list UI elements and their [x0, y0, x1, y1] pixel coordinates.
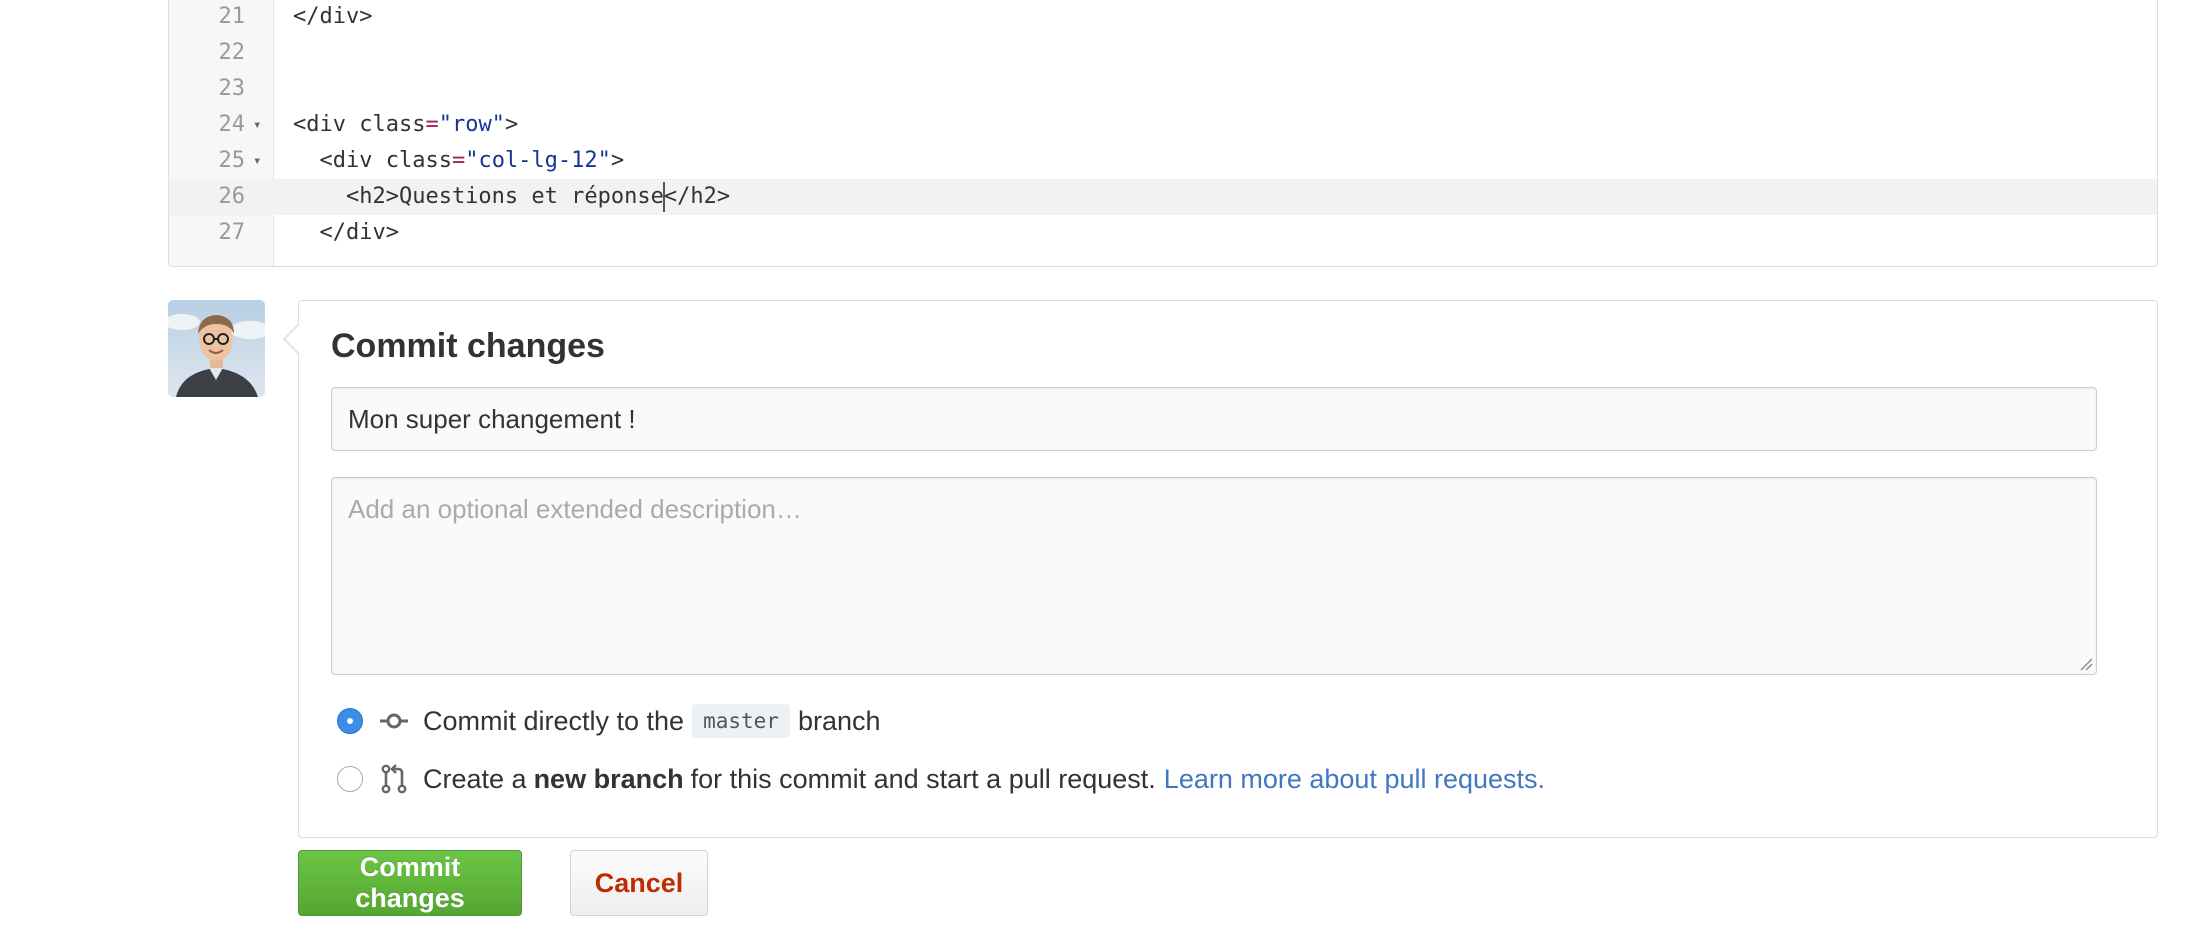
option-new-branch[interactable]: Create a new branch for this commit and … — [337, 759, 1545, 799]
commit-changes-button[interactable]: Commit changes — [298, 850, 522, 916]
fold-toggle-icon[interactable]: ▾ — [253, 107, 261, 143]
line-code: <div class="col-lg-12"> — [293, 143, 624, 179]
code-editor[interactable]: 21 </div> 22 23 24 ▾ <div class="row"> 25 ▾ <div… — [168, 0, 2158, 267]
option-commit-direct[interactable]: Commit directly to the master branch — [337, 701, 881, 741]
code-line[interactable]: 25 ▾ <div class="col-lg-12"> — [169, 143, 2157, 179]
branch-name-badge: master — [692, 704, 790, 738]
commit-summary-input[interactable] — [331, 387, 2097, 451]
learn-more-pull-requests-link[interactable]: Learn more about pull requests. — [1164, 764, 1545, 795]
code-token: </h2> — [663, 184, 731, 209]
code-line[interactable]: 22 — [169, 35, 2157, 71]
avatar-image — [168, 300, 265, 397]
fold-toggle-icon[interactable]: ▾ — [253, 143, 261, 179]
radio-new-branch[interactable] — [337, 766, 363, 792]
option-new-branch-prefix: Create a — [423, 763, 527, 794]
code-line[interactable]: 26 <h2>Questions et réponse</h2> — [169, 179, 2157, 215]
cancel-button[interactable]: Cancel — [570, 850, 708, 916]
commit-panel: Commit changes Commit directly to the ma… — [283, 300, 2158, 838]
code-line[interactable]: 27 </div> — [169, 215, 2157, 251]
line-number: 27 — [218, 220, 246, 245]
line-number: 25 — [218, 148, 246, 173]
code-token: </div> — [293, 220, 399, 245]
line-number: 22 — [218, 40, 246, 65]
code-line[interactable]: 21 </div> — [169, 0, 2157, 35]
code-token: = — [425, 112, 439, 137]
line-number: 26 — [218, 184, 246, 209]
option-new-branch-bold: new branch — [533, 763, 684, 794]
option-direct-suffix: branch — [797, 705, 881, 736]
code-token: > — [610, 148, 625, 173]
option-direct-prefix: Commit directly to the — [423, 705, 685, 736]
line-code: </div> — [293, 0, 372, 35]
code-token: <div class — [293, 112, 426, 137]
code-line[interactable]: 23 — [169, 71, 2157, 107]
radio-commit-direct[interactable] — [337, 708, 363, 734]
resize-grip-icon[interactable] — [2079, 657, 2093, 671]
panel-pointer — [283, 323, 300, 355]
code-token: <div class — [293, 148, 452, 173]
line-number: 21 — [218, 4, 246, 29]
code-token: = — [451, 148, 466, 173]
code-line[interactable]: 24 ▾ <div class="row"> — [169, 107, 2157, 143]
code-token: <h2>Questions et réponse — [293, 184, 664, 209]
panel-title: Commit changes — [331, 327, 605, 365]
code-token: "col-lg-12" — [465, 148, 611, 173]
avatar — [168, 300, 265, 397]
line-number: 23 — [218, 76, 246, 101]
code-token: "row" — [438, 112, 505, 137]
line-code: <h2>Questions et réponse</h2> — [293, 179, 730, 215]
option-new-branch-suffix: for this commit and start a pull request… — [690, 763, 1156, 794]
git-commit-icon — [380, 713, 408, 729]
commit-description-textarea[interactable] — [331, 477, 2097, 675]
line-code: <div class="row"> — [293, 107, 518, 143]
code-token: </div> — [293, 4, 373, 29]
line-number: 24 — [218, 112, 246, 137]
code-token: > — [504, 112, 519, 137]
git-pull-request-icon — [381, 764, 407, 794]
line-code: </div> — [293, 215, 399, 251]
